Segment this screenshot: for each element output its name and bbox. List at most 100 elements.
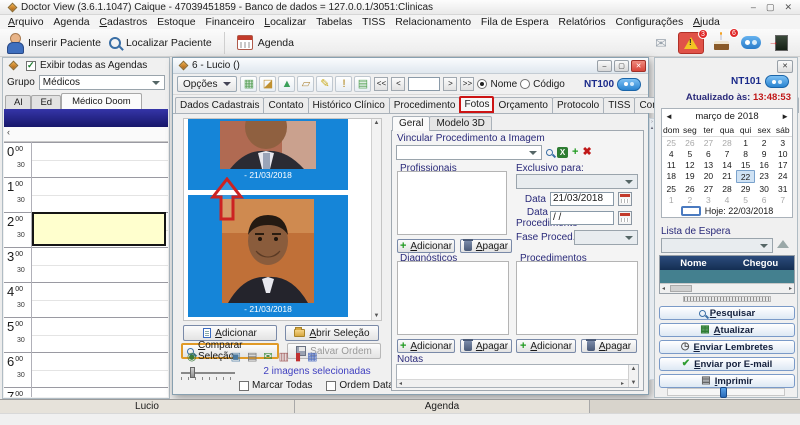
slider-knob[interactable]	[190, 367, 195, 378]
sort-up-icon[interactable]	[777, 240, 789, 248]
tab-tiss[interactable]: TISS	[603, 97, 635, 113]
minimize-button[interactable]: –	[751, 2, 756, 13]
tab-procedimento[interactable]: Procedimento	[389, 97, 461, 113]
calendar-day[interactable]: 11	[662, 159, 681, 170]
toolbar-icon-button[interactable]: ▲	[278, 76, 295, 92]
birthdays-button[interactable]: 6	[708, 32, 734, 54]
button-enviar-lembretes[interactable]: ◷Enviar Lembretes	[659, 340, 795, 354]
menu-arquivo[interactable]: Arquivo	[8, 16, 44, 28]
users-pill-icon[interactable]	[617, 78, 641, 91]
fit-selection-icon[interactable]: ▣	[231, 352, 241, 363]
date-calendar-button[interactable]	[618, 192, 632, 206]
button-imprimir[interactable]: ▤Imprimir	[659, 374, 795, 388]
agenda-tab-ed[interactable]: Ed	[31, 95, 61, 109]
toolbar-icon-button[interactable]: !	[335, 76, 352, 92]
locate-patient-button[interactable]: Localizar Paciente	[109, 37, 212, 49]
button-pesquisar[interactable]: Pesquisar	[659, 306, 795, 320]
schedule-cell[interactable]	[32, 248, 168, 282]
schedule-cell[interactable]	[32, 283, 168, 317]
toolbar-icon-button[interactable]: ▤	[354, 76, 371, 92]
calendar-day[interactable]: 31	[773, 183, 792, 194]
tab-historico-clinico[interactable]: Histórico Clínico	[308, 97, 390, 113]
menu-tabelas[interactable]: Tabelas	[316, 16, 352, 28]
selected-time-slot[interactable]	[32, 212, 166, 246]
nav-prev-button[interactable]: <	[391, 77, 405, 91]
messages-button[interactable]: ✉	[648, 32, 674, 54]
calendar-day[interactable]: 26	[681, 137, 700, 148]
calendar-day[interactable]: 12	[681, 159, 700, 170]
calendar-day[interactable]: 26	[681, 183, 700, 194]
agenda-button[interactable]: Agenda	[237, 35, 294, 50]
print-icon[interactable]: ▤	[247, 352, 257, 363]
chat-button[interactable]	[738, 32, 764, 54]
calendar-day[interactable]: 18	[662, 170, 681, 183]
menu-relacionamento[interactable]: Relacionamento	[395, 16, 471, 28]
calendar-day[interactable]: 14	[718, 159, 737, 170]
calendar-day[interactable]: 24	[773, 170, 792, 183]
group-select[interactable]: Médicos	[39, 75, 165, 90]
maximize-button[interactable]: ▢	[766, 2, 775, 13]
order-by-date-checkbox[interactable]	[326, 381, 336, 391]
menu-financeiro[interactable]: Financeiro	[205, 16, 254, 28]
dialog-close-button[interactable]: ✕	[631, 60, 646, 72]
nav-last-button[interactable]: >>	[460, 77, 474, 91]
notes-hscrollbar[interactable]: ◂▸	[397, 379, 628, 387]
scroll-up-icon[interactable]: ▲	[372, 120, 381, 126]
scroll-left-icon[interactable]: ◂	[662, 285, 665, 292]
link-procedure-select[interactable]	[396, 145, 542, 160]
calendar-day[interactable]: 27	[699, 183, 718, 194]
calendar-day[interactable]: 19	[681, 170, 700, 183]
record-number-input[interactable]	[408, 77, 440, 91]
panel-slider-knob[interactable]	[720, 387, 727, 398]
menu-ajuda[interactable]: Ajuda	[693, 16, 720, 28]
add-photo-button[interactable]: Adicionar	[183, 325, 277, 341]
add-diagnostic-button[interactable]: + Adicionar	[397, 339, 455, 353]
detail-tab-modelo-3d[interactable]: Modelo 3D	[429, 116, 491, 131]
calendar-day[interactable]: 23	[755, 170, 774, 183]
search-by-name-radio[interactable]	[477, 79, 487, 89]
schedule-cell[interactable]	[32, 388, 168, 397]
calendar-day[interactable]: 2	[681, 194, 700, 205]
send-mail-icon[interactable]: ✉	[263, 352, 272, 363]
scroll-right-icon[interactable]: ▸	[789, 285, 792, 292]
nav-next-button[interactable]: >	[443, 77, 457, 91]
calendar-day[interactable]: 7	[718, 148, 737, 159]
tab-orcamento[interactable]: Orçamento	[493, 97, 552, 113]
excel-icon[interactable]: X	[557, 147, 568, 158]
photo-list-scrollbar[interactable]: ▲ ▼	[371, 119, 381, 320]
tab-contato[interactable]: Contato	[263, 97, 308, 113]
calendar-day[interactable]: 28	[718, 183, 737, 194]
agenda-tab-al[interactable]: Al	[5, 95, 31, 109]
notes-textarea[interactable]: ▲▼ ◂▸	[396, 364, 639, 388]
menu-localizar[interactable]: Localizar	[264, 16, 306, 28]
users-pill-icon[interactable]	[765, 75, 789, 88]
waitlist-row[interactable]	[660, 270, 794, 283]
calendar-day[interactable]: 9	[755, 148, 774, 159]
nav-first-button[interactable]: <<	[374, 77, 388, 91]
button-enviar-por-e-mail[interactable]: ✔Enviar por E-mail	[659, 357, 795, 371]
scroll-down-icon[interactable]: ▼	[372, 313, 381, 319]
calendar-day[interactable]: 13	[699, 159, 718, 170]
tab-fotos[interactable]: Fotos	[459, 96, 494, 113]
bottom-tab-agenda[interactable]: Agenda	[295, 400, 590, 413]
frame-icon[interactable]: ▦	[307, 352, 317, 363]
panel-splitter[interactable]	[683, 296, 771, 302]
calendar-day[interactable]: 3	[773, 137, 792, 148]
menu-cadastros[interactable]: Cadastros	[99, 16, 147, 28]
schedule-cell[interactable]	[32, 143, 168, 177]
calendar-day[interactable]: 27	[699, 137, 718, 148]
menu-agenda[interactable]: Agenda	[53, 16, 89, 28]
calendar-day[interactable]: 4	[718, 194, 737, 205]
toolbar-icon-button[interactable]: ▦	[240, 76, 257, 92]
remove-icon[interactable]: ✖	[582, 147, 591, 158]
mark-all-checkbox[interactable]	[239, 381, 249, 391]
scroll-left-icon[interactable]: ‹	[7, 127, 10, 137]
calendar-day[interactable]: 22	[736, 170, 755, 183]
proc-date-field[interactable]: / /	[550, 211, 614, 225]
schedule-cell[interactable]	[32, 318, 168, 352]
waitlist-hscrollbar[interactable]: ◂ ▸	[660, 283, 794, 293]
calendar-day[interactable]: 1	[662, 194, 681, 205]
calendar-day[interactable]: 25	[662, 183, 681, 194]
open-selection-button[interactable]: Abrir Seleção	[285, 325, 379, 341]
calendar-day[interactable]: 7	[773, 194, 792, 205]
